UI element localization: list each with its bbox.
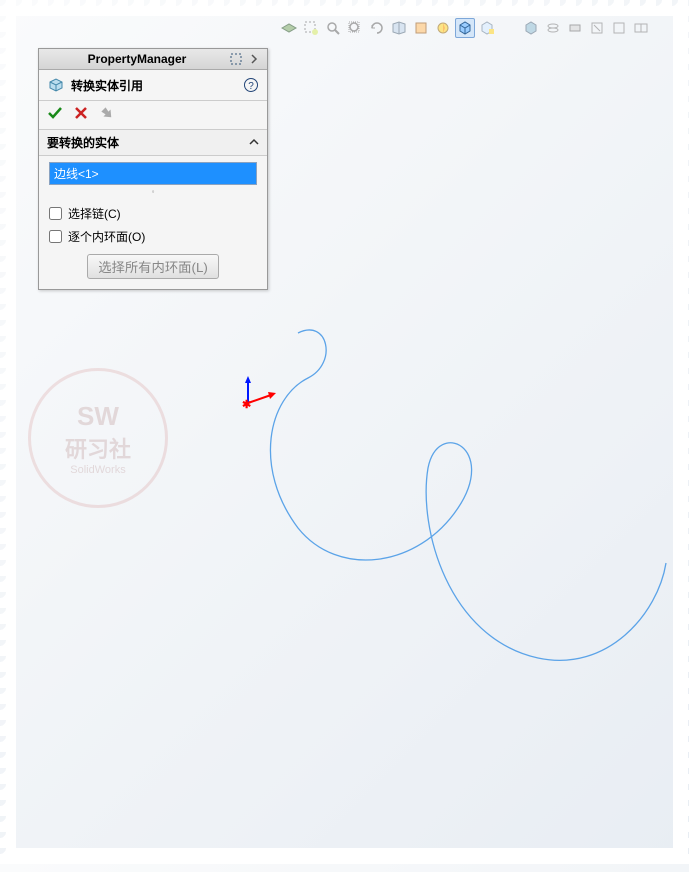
ok-button[interactable] — [47, 105, 63, 121]
collapse-icon — [249, 136, 259, 150]
chevron-right-icon[interactable] — [247, 52, 261, 66]
section-header-entities[interactable]: 要转换的实体 — [39, 129, 267, 156]
property-manager-panel: PropertyManager 转换实体引用 ? 要转换的实体 边线<1> ◦ … — [38, 48, 268, 290]
checkbox-chain-label: 选择链(C) — [68, 205, 121, 222]
svg-text:?: ? — [248, 81, 254, 92]
panel-actions — [39, 101, 267, 129]
help-icon[interactable]: ? — [243, 77, 259, 93]
cancel-button[interactable] — [73, 105, 89, 121]
section-icon[interactable] — [389, 18, 409, 38]
appearance-icon[interactable] — [433, 18, 453, 38]
section-body: 边线<1> ◦ 选择链(C) 逐个内环面(O) 选择所有内环面(L) — [39, 156, 267, 289]
section-title: 要转换的实体 — [47, 134, 119, 151]
plane-icon[interactable] — [279, 18, 299, 38]
keep-visible-icon[interactable] — [229, 52, 243, 66]
selection-item[interactable]: 边线<1> — [50, 163, 256, 184]
selection-list[interactable]: 边线<1> — [49, 162, 257, 185]
display-style-icon[interactable] — [411, 18, 431, 38]
panel-title: PropertyManager — [45, 52, 229, 66]
checkbox-inner-loops[interactable]: 逐个内环面(O) — [49, 225, 257, 248]
zoom-icon[interactable] — [323, 18, 343, 38]
shade-icon[interactable] — [587, 18, 607, 38]
checkbox-select-chain[interactable]: 选择链(C) — [49, 202, 257, 225]
view2-icon[interactable] — [631, 18, 651, 38]
origin-triad: ✱ — [233, 373, 283, 423]
tool-icon[interactable] — [543, 18, 563, 38]
zoom-fit-icon[interactable] — [345, 18, 365, 38]
select-all-inner-button[interactable]: 选择所有内环面(L) — [87, 254, 219, 279]
pushpin-icon[interactable] — [99, 105, 115, 121]
cube2-icon[interactable] — [477, 18, 497, 38]
cube-icon[interactable] — [455, 18, 475, 38]
view1-icon[interactable] — [609, 18, 629, 38]
checkbox-inner-input[interactable] — [49, 230, 62, 243]
svg-text:✱: ✱ — [242, 399, 251, 411]
checkbox-chain-input[interactable] — [49, 207, 62, 220]
heads-up-toolbar — [279, 18, 651, 38]
checkbox-inner-label: 逐个内环面(O) — [68, 228, 145, 245]
separator — [499, 18, 519, 38]
resize-handle[interactable]: ◦ — [49, 187, 257, 196]
panel-header: PropertyManager — [39, 49, 267, 70]
command-title: 转换实体引用 — [71, 77, 237, 94]
box-select-icon[interactable] — [301, 18, 321, 38]
book-icon[interactable] — [521, 18, 541, 38]
rotate-icon[interactable] — [367, 18, 387, 38]
wire-icon[interactable] — [565, 18, 585, 38]
command-header: 转换实体引用 ? — [39, 70, 267, 101]
convert-entities-icon — [47, 76, 65, 94]
